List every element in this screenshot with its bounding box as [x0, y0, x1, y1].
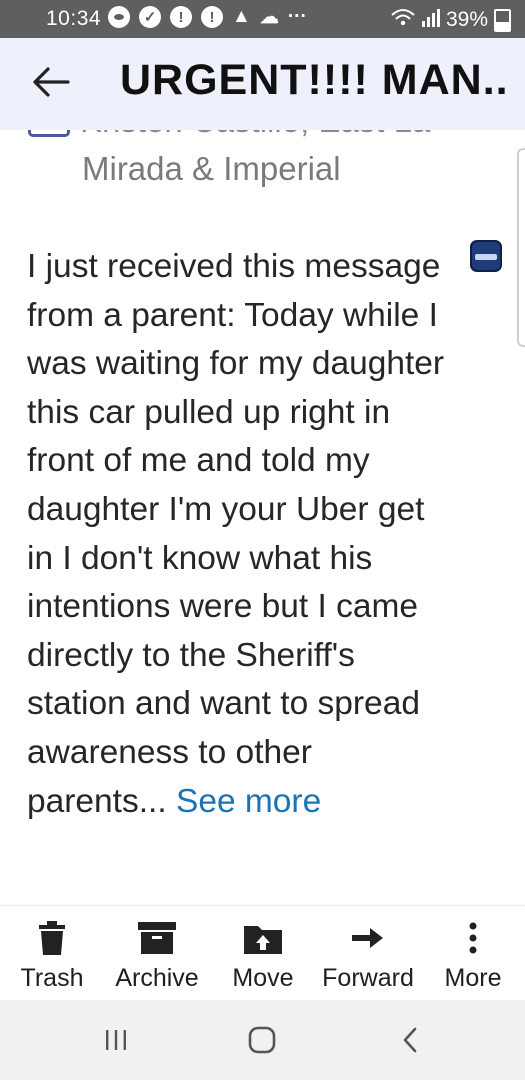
signal-icon: [421, 7, 440, 33]
move-label: Move: [232, 964, 294, 992]
trash-icon: [37, 920, 67, 956]
notification-triangle-icon: ▲: [232, 6, 251, 27]
more-label: More: [444, 964, 502, 992]
back-button[interactable]: [28, 60, 72, 104]
action-bar: Trash Archive Move Forward More: [0, 905, 525, 1001]
page-title-ellipsis: ...: [482, 56, 510, 104]
archive-icon: [138, 920, 176, 956]
home-button[interactable]: [240, 1020, 284, 1060]
app-bar: URGENT!!!! MAN...: [0, 38, 525, 130]
battery-icon: [494, 8, 511, 32]
cloud-icon: ☁: [259, 6, 279, 28]
notification-message-icon: [108, 6, 130, 28]
sender-cut-text: Kristen Castillo, East La: [80, 130, 430, 140]
message-text: I just received this message from a pare…: [27, 248, 445, 820]
archive-button[interactable]: Archive: [114, 920, 200, 993]
attachment-thumbnail[interactable]: [470, 240, 502, 272]
more-button[interactable]: More: [441, 920, 505, 993]
move-button[interactable]: Move: [230, 920, 296, 993]
trash-label: Trash: [20, 964, 84, 992]
home-icon: [248, 1026, 276, 1054]
system-back-button[interactable]: [390, 1020, 430, 1060]
page-title: URGENT!!!! MAN...: [120, 56, 510, 105]
sender-row: Kristen Castillo, East La: [28, 130, 498, 152]
scroll-handle[interactable]: [517, 148, 525, 347]
battery-percent: 39%: [445, 8, 488, 31]
forward-arrow-icon: [352, 920, 384, 956]
status-bar: 10:34 ✓ ! ! ▲ ☁ ··· 39%: [0, 0, 525, 38]
recent-apps-icon: [106, 1030, 126, 1050]
move-folder-icon: [244, 920, 282, 956]
wifi-icon: [390, 7, 416, 33]
status-right: 39%: [390, 7, 511, 33]
archive-label: Archive: [115, 964, 199, 992]
more-notifications-icon: ···: [287, 6, 307, 27]
more-vertical-icon: [468, 920, 478, 956]
status-time: 10:34: [46, 7, 102, 30]
message-body: I just received this message from a pare…: [27, 243, 457, 826]
forward-label: Forward: [322, 964, 414, 992]
chevron-left-icon: [403, 1027, 417, 1053]
sender-location: Mirada & Imperial: [82, 150, 341, 187]
trash-button[interactable]: Trash: [20, 920, 84, 993]
notification-check-icon: ✓: [139, 6, 161, 28]
notification-alert-icon: !: [170, 6, 192, 28]
see-more-link[interactable]: See more: [176, 783, 321, 820]
message-content[interactable]: Kristen Castillo, East La Mirada & Imper…: [0, 130, 525, 905]
system-nav-bar: [0, 1000, 525, 1080]
notification-alert-icon: !: [201, 6, 223, 28]
forward-button[interactable]: Forward: [320, 920, 416, 993]
notification-icons: ✓ ! ! ▲ ☁ ···: [108, 6, 307, 28]
envelope-icon: [28, 130, 70, 137]
recent-apps-button[interactable]: [96, 1020, 136, 1060]
page-title-text: URGENT!!!! MAN: [120, 56, 483, 104]
back-arrow-icon: [33, 67, 70, 97]
